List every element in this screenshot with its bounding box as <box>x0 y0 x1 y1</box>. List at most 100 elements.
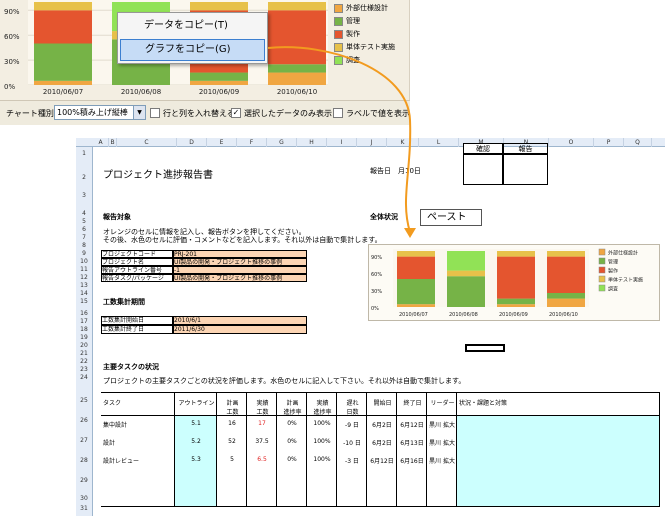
row-header[interactable]: 28 <box>76 457 92 464</box>
row-header[interactable]: 9 <box>76 250 92 257</box>
column-header[interactable]: G <box>267 138 297 147</box>
pasted-bar-segment <box>547 298 585 307</box>
task-cell-plan[interactable]: 5 <box>219 456 245 463</box>
task-cell-start[interactable]: 6月2日 <box>369 420 395 429</box>
row-header[interactable]: 20 <box>76 342 92 349</box>
field-value-input[interactable]: -1 <box>173 266 307 274</box>
task-cell-name[interactable]: 設計 <box>103 438 173 447</box>
column-header[interactable]: C <box>117 138 177 147</box>
row-header[interactable]: 25 <box>76 397 92 404</box>
row-header[interactable]: 8 <box>76 242 92 249</box>
column-header[interactable]: I <box>327 138 357 147</box>
row-header[interactable]: 31 <box>76 505 92 512</box>
task-cell-delay[interactable]: -9 日 <box>339 420 365 429</box>
column-header[interactable]: P <box>594 138 624 147</box>
column-header[interactable]: Q <box>624 138 652 147</box>
field-value-input[interactable]: UI製品の開発・プロジェクト推移の事例 <box>173 274 307 282</box>
row-header[interactable]: 11 <box>76 266 92 273</box>
row-header[interactable]: 22 <box>76 358 92 365</box>
task-cell-name[interactable]: 設計レビュー <box>103 456 173 465</box>
task-cell-end[interactable]: 6月13日 <box>399 438 425 447</box>
report-date-value: 月10日 <box>398 167 421 175</box>
row-header[interactable]: 10 <box>76 258 92 265</box>
row-header[interactable]: 16 <box>76 310 92 317</box>
column-header[interactable]: A <box>93 138 109 147</box>
task-cell-outline[interactable]: 5.1 <box>177 420 215 427</box>
row-header[interactable]: 29 <box>76 477 92 484</box>
row-header[interactable]: 3 <box>76 192 92 199</box>
show-labels-checkbox[interactable] <box>333 108 343 118</box>
row-header[interactable]: 23 <box>76 366 92 373</box>
row-header[interactable]: 19 <box>76 334 92 341</box>
task-cell-leader[interactable]: 黒川 拡大 <box>429 438 455 447</box>
task-cell-plan-rate[interactable]: 0% <box>279 456 305 463</box>
task-cell-start[interactable]: 6月12日 <box>369 456 395 465</box>
task-cell-actual[interactable]: 6.5 <box>249 456 275 463</box>
task-cell-leader[interactable]: 黒川 拡大 <box>429 456 455 465</box>
task-cell-end[interactable]: 6月16日 <box>399 456 425 465</box>
row-header[interactable]: 6 <box>76 226 92 233</box>
task-cell-actual[interactable]: 37.5 <box>249 438 275 445</box>
row-header[interactable]: 4 <box>76 210 92 217</box>
task-cell-actual-rate[interactable]: 100% <box>309 420 335 427</box>
column-header[interactable]: E <box>207 138 237 147</box>
row-header[interactable]: 30 <box>76 495 92 502</box>
task-cell-plan-rate[interactable]: 0% <box>279 420 305 427</box>
pasted-legend-swatch <box>598 257 606 265</box>
row-header[interactable]: 18 <box>76 326 92 333</box>
row-header[interactable]: 13 <box>76 282 92 289</box>
row-header[interactable]: 2 <box>76 174 92 181</box>
period-value-input[interactable]: 2011/6/30 <box>173 325 307 334</box>
task-cell-plan[interactable]: 16 <box>219 420 245 427</box>
task-cell-outline[interactable]: 5.3 <box>177 456 215 463</box>
task-table-header: 状況・課題と対策 <box>457 392 660 416</box>
task-cell-plan-rate[interactable]: 0% <box>279 438 305 445</box>
row-header[interactable]: 14 <box>76 290 92 297</box>
task-cell-leader[interactable]: 黒川 拡大 <box>429 420 455 429</box>
swap-rows-columns-checkbox[interactable] <box>150 108 160 118</box>
period-value-input[interactable]: 2010/6/1 <box>173 316 307 325</box>
column-header[interactable]: J <box>357 138 387 147</box>
column-header[interactable]: H <box>297 138 327 147</box>
row-header[interactable]: 17 <box>76 318 92 325</box>
row-header[interactable]: 27 <box>76 437 92 444</box>
column-header[interactable]: D <box>177 138 207 147</box>
selected-data-only-checkbox[interactable]: ✓ <box>231 108 241 118</box>
task-cell-outline[interactable]: 5.2 <box>177 438 215 445</box>
pasted-chart[interactable]: 90% 60% 30% 0% 2010/06/07 2010/06/08 2010/06/0… <box>368 244 660 321</box>
column-header[interactable]: K <box>387 138 419 147</box>
row-header[interactable]: 26 <box>76 417 92 424</box>
task-cell-delay[interactable]: -10 日 <box>339 438 365 447</box>
pasted-bar-segment <box>497 298 535 305</box>
task-cell-actual[interactable]: 17 <box>249 420 275 427</box>
menu-item-copy-graph[interactable]: グラフをコピー(G) <box>120 39 265 61</box>
task-cell-plan[interactable]: 52 <box>219 438 245 445</box>
editable-column-background[interactable] <box>457 416 660 506</box>
task-cell-actual-rate[interactable]: 100% <box>309 456 335 463</box>
selected-cell-cursor[interactable] <box>465 344 505 352</box>
bar-segment <box>268 64 326 73</box>
task-cell-name[interactable]: 集中設計 <box>103 420 173 429</box>
column-header[interactable]: F <box>237 138 267 147</box>
menu-item-copy-data[interactable]: データをコピー(T) <box>120 16 265 38</box>
column-header[interactable]: L <box>419 138 459 147</box>
row-header[interactable]: 21 <box>76 350 92 357</box>
column-header[interactable]: B <box>109 138 117 147</box>
report-stamp-cell[interactable] <box>503 154 548 185</box>
row-header[interactable]: 15 <box>76 298 92 305</box>
chevron-down-icon[interactable]: ▼ <box>133 106 145 119</box>
chart-type-select[interactable]: 100%積み上げ縦棒 ▼ <box>54 105 146 120</box>
row-header[interactable]: 5 <box>76 218 92 225</box>
task-cell-delay[interactable]: -3 日 <box>339 456 365 465</box>
row-header[interactable]: 24 <box>76 374 92 381</box>
row-header[interactable]: 7 <box>76 234 92 241</box>
column-header[interactable]: O <box>549 138 594 147</box>
task-cell-end[interactable]: 6月12日 <box>399 420 425 429</box>
confirm-stamp-cell[interactable] <box>463 154 503 185</box>
row-header[interactable]: 1 <box>76 150 92 157</box>
field-value-input[interactable]: UI製品の開発・プロジェクト推移の事例 <box>173 258 307 266</box>
row-header[interactable]: 12 <box>76 274 92 281</box>
task-cell-actual-rate[interactable]: 100% <box>309 438 335 445</box>
task-cell-start[interactable]: 6月2日 <box>369 438 395 447</box>
field-value-input[interactable]: PRJ-201 <box>173 250 307 258</box>
